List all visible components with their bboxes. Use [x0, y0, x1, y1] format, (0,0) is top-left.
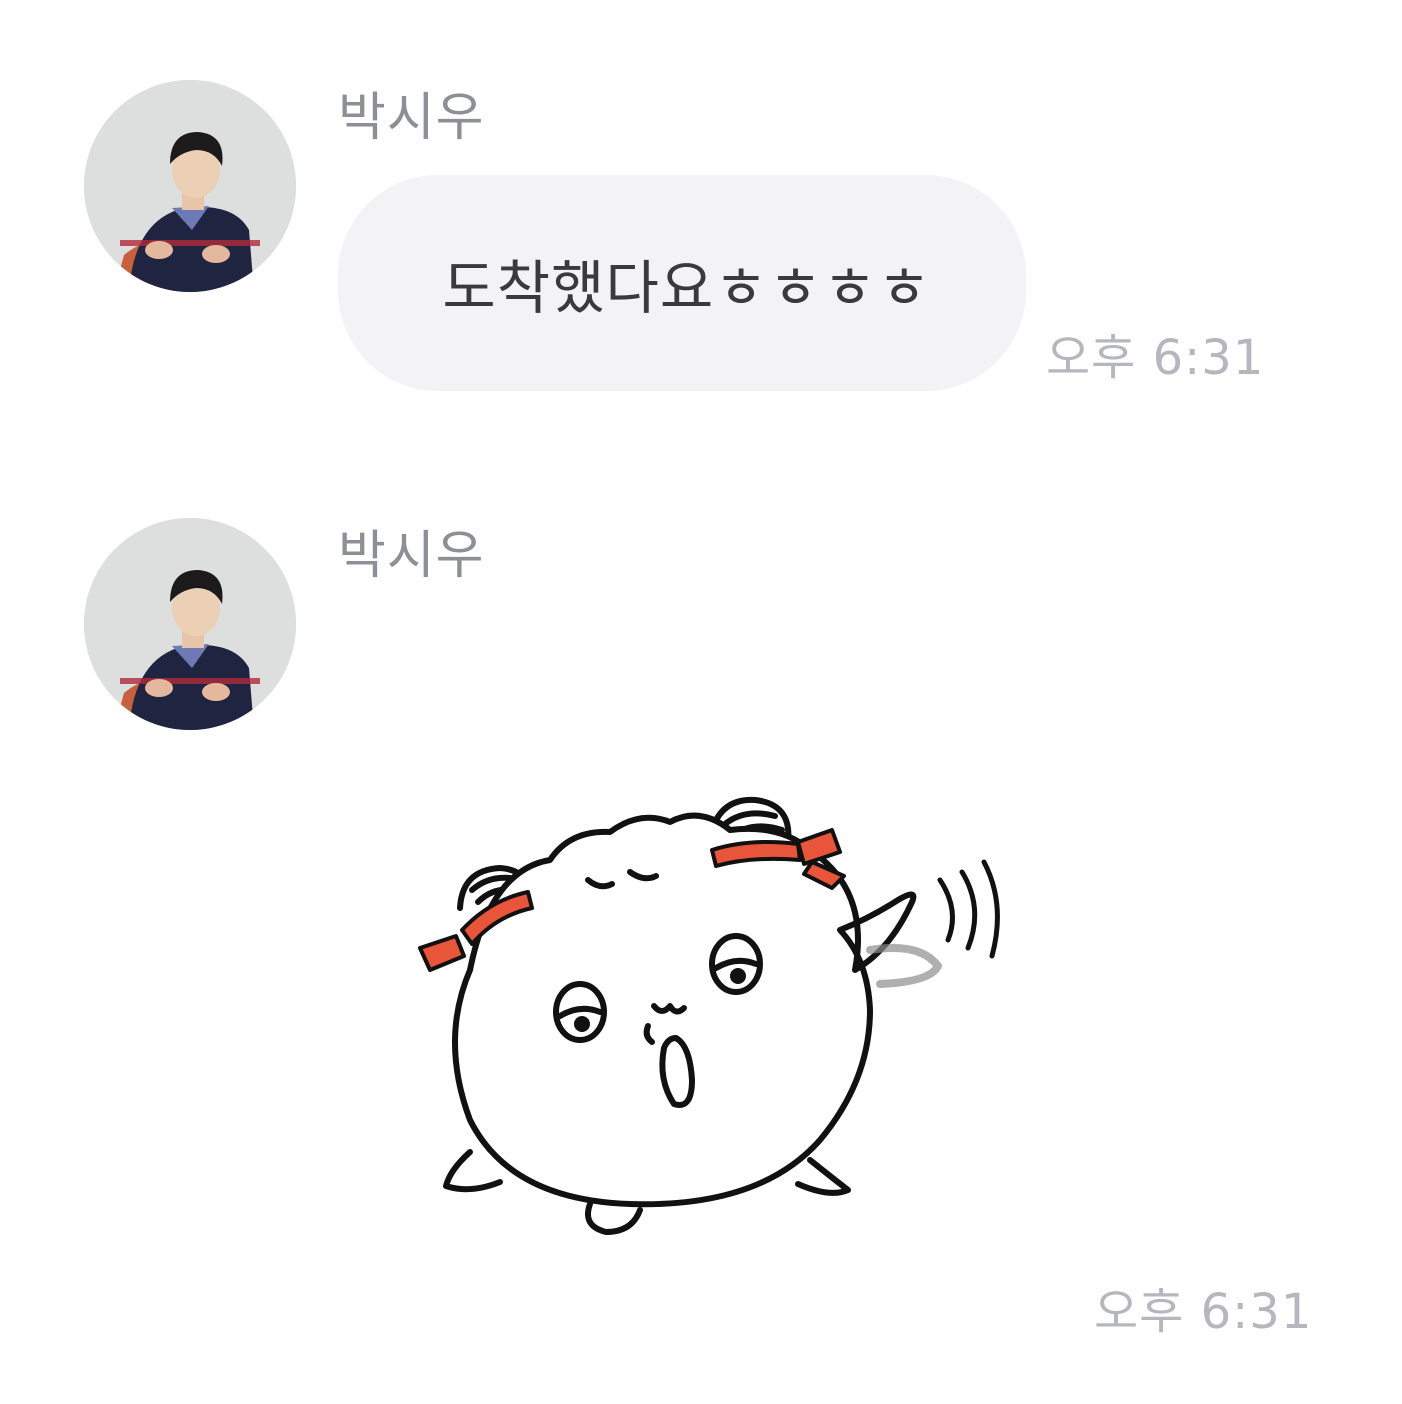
sender-name: 박시우 — [338, 88, 485, 148]
profile-photo-icon — [84, 518, 296, 730]
sticker-message[interactable] — [400, 780, 1020, 1250]
message-timestamp: 오후 6:31 — [1094, 1284, 1313, 1340]
sender-avatar[interactable] — [84, 518, 296, 730]
message-text: 도착했다요ㅎㅎㅎㅎ — [442, 254, 932, 322]
message-bubble[interactable]: 도착했다요ㅎㅎㅎㅎ — [338, 175, 1026, 391]
sender-name: 박시우 — [338, 526, 485, 586]
mochi-character-sticker-icon — [418, 796, 1000, 1235]
sender-avatar[interactable] — [84, 80, 296, 292]
message-timestamp: 오후 6:31 — [1046, 330, 1265, 386]
profile-photo-icon — [84, 80, 296, 292]
